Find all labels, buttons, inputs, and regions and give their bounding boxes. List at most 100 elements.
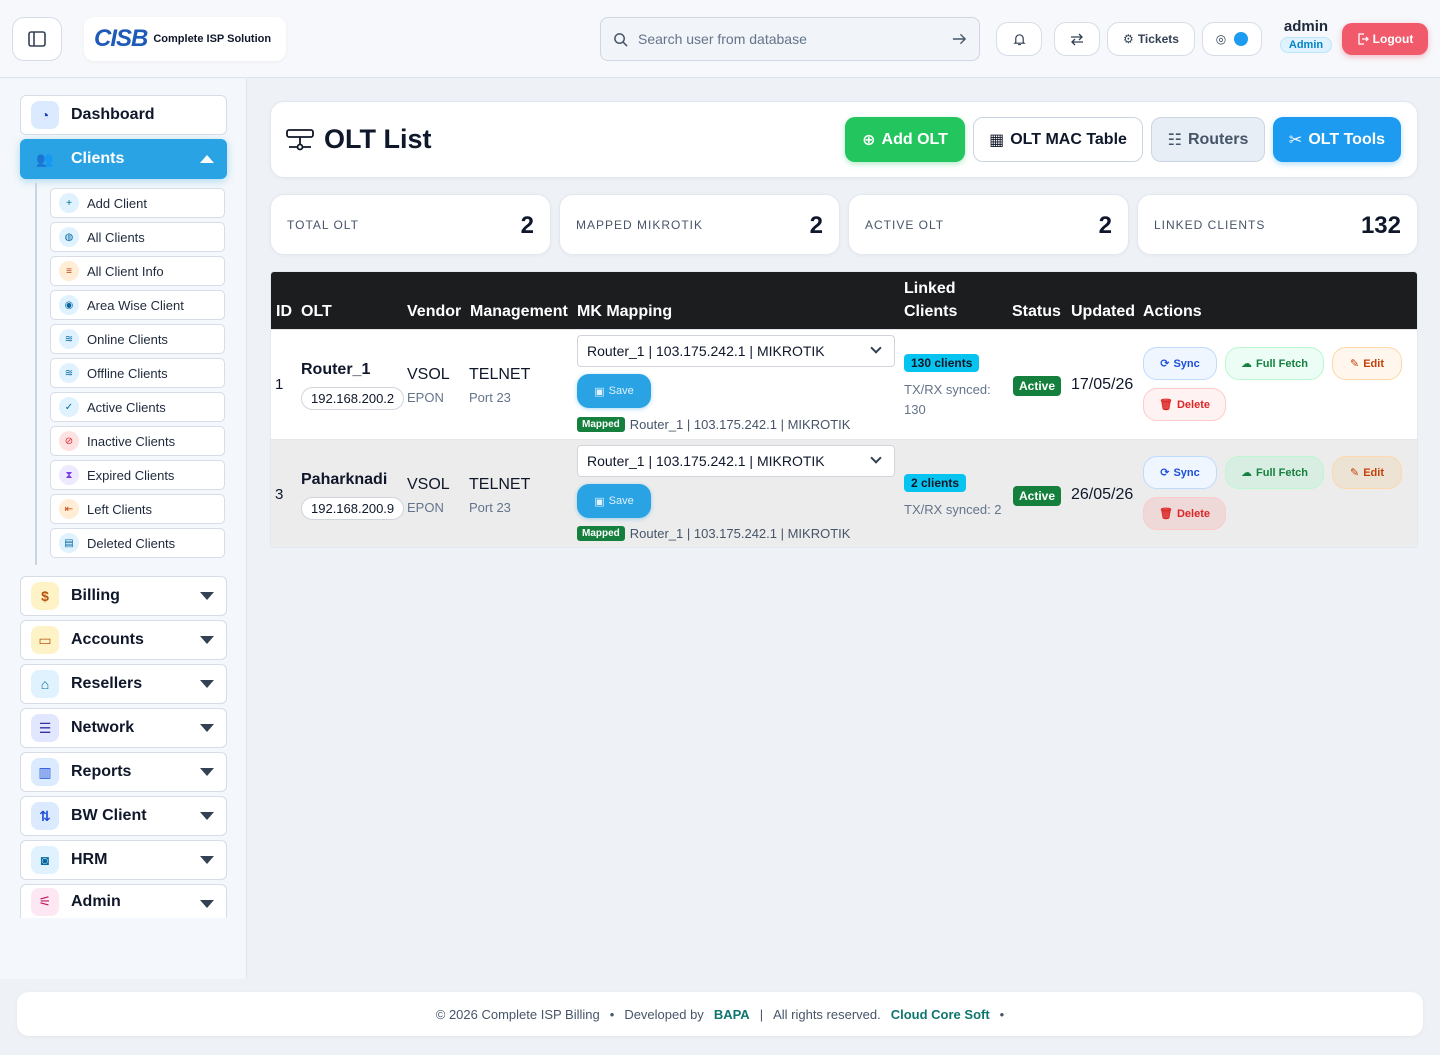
router-icon: ☷ <box>1167 131 1182 149</box>
sync-button[interactable]: ⟳ Sync <box>1143 347 1217 380</box>
server-icon <box>286 128 314 150</box>
wifi-icon: ≋ <box>59 329 79 349</box>
chevron-down-icon <box>200 724 214 732</box>
developer-link[interactable]: BAPA <box>714 1007 750 1022</box>
olt-mac-table-button[interactable]: ▦ OLT MAC Table <box>973 117 1143 162</box>
tickets-label: Tickets <box>1137 32 1179 46</box>
full-fetch-button[interactable]: ☁ Full Fetch <box>1225 347 1324 380</box>
chevron-down-icon <box>200 680 214 688</box>
logout-button[interactable]: Logout <box>1342 23 1428 55</box>
save-icon: ▣ <box>594 385 605 398</box>
sub-item-area-wise-client[interactable]: ◉ Area Wise Client <box>50 290 225 320</box>
sidebar-item-bw-client[interactable]: ⇅ BW Client <box>20 796 227 836</box>
chevron-down-icon <box>200 856 214 864</box>
routers-button[interactable]: ☷ Routers <box>1151 117 1265 162</box>
add-olt-button[interactable]: ⊕ Add OLT <box>845 117 965 162</box>
olt-ip: 192.168.200.2 <box>301 387 405 410</box>
theme-toggle[interactable]: ◎ <box>1202 22 1262 56</box>
sub-item-online-clients[interactable]: ≋ Online Clients <box>50 324 225 354</box>
chevron-down-icon <box>200 900 214 908</box>
sub-item-inactive-clients[interactable]: ⊘ Inactive Clients <box>50 426 225 456</box>
refresh-icon: ⟳ <box>1160 467 1170 479</box>
sub-item-add-client[interactable]: + Add Client <box>50 188 225 218</box>
sub-item-label: All Client Info <box>87 263 164 279</box>
sub-item-left-clients[interactable]: ⇤ Left Clients <box>50 494 225 524</box>
search-input[interactable] <box>638 31 942 47</box>
delete-button[interactable]: 🗑 Delete <box>1143 497 1226 530</box>
sub-item-offline-clients[interactable]: ≋ Offline Clients <box>50 358 225 388</box>
cloud-download-icon: ☁ <box>1241 467 1253 479</box>
sub-item-expired-clients[interactable]: ⧗ Expired Clients <box>50 460 225 490</box>
stat-value: 2 <box>520 212 534 239</box>
sidebar-item-billing[interactable]: $ Billing <box>20 576 227 616</box>
stat-value: 2 <box>809 212 823 239</box>
bell-icon <box>1012 34 1026 46</box>
sync-label: Sync <box>1173 466 1200 479</box>
mk-mapping-select[interactable]: Router_1 | 103.175.242.1 | MIKROTIK <box>577 335 895 367</box>
users-icon: ◍ <box>59 227 79 247</box>
edit-button[interactable]: ✎ Edit <box>1332 347 1402 380</box>
port: Port 23 <box>469 390 511 405</box>
sidebar-item-clients[interactable]: 👥 Clients <box>20 139 227 179</box>
mac-table-label: OLT MAC Table <box>1010 130 1127 148</box>
col-status: Status <box>1012 303 1061 320</box>
rights: All rights reserved. <box>773 1006 881 1022</box>
map-pin-icon: ◉ <box>59 295 79 315</box>
sidebar-item-label: BW Client <box>71 807 147 824</box>
theme-dot <box>1234 32 1249 46</box>
sidebar-toggle-button[interactable] <box>12 17 62 61</box>
linked-clients-badge: 2 clients <box>904 474 967 492</box>
olt-tools-button[interactable]: ✂ OLT Tools <box>1273 117 1401 162</box>
full-fetch-button[interactable]: ☁ Full Fetch <box>1225 456 1324 489</box>
arrow-right-icon[interactable] <box>952 33 967 45</box>
stat-label: LINKED CLIENTS <box>1154 218 1266 232</box>
bandwidth-icon: ⇅ <box>31 802 59 830</box>
sub-item-label: Area Wise Client <box>87 297 184 313</box>
olt-name: Paharknadi <box>301 471 388 488</box>
save-button[interactable]: ▣ Save <box>577 374 651 408</box>
sidebar-item-label: Admin <box>71 892 121 910</box>
port: Port 23 <box>469 500 511 515</box>
sidebar-item-dashboard[interactable]: ◔ Dashboard <box>20 95 227 135</box>
wallet-icon: ▭ <box>31 626 59 654</box>
sub-item-label: All Clients <box>87 229 145 245</box>
sync-button[interactable]: ⟳ Sync <box>1143 456 1217 489</box>
sidebar-item-network[interactable]: ☰ Network <box>20 708 227 748</box>
vendor-type: EPON <box>407 500 444 515</box>
tickets-button[interactable]: ⚙ Tickets <box>1107 22 1195 56</box>
save-button[interactable]: ▣ Save <box>577 484 651 518</box>
sub-item-active-clients[interactable]: ✓ Active Clients <box>50 392 225 422</box>
company-link[interactable]: Cloud Core Soft <box>891 1007 990 1022</box>
edit-label: Edit <box>1363 357 1384 370</box>
stat-card-total-olt: TOTAL OLT 2 <box>270 194 551 255</box>
edit-button[interactable]: ✎ Edit <box>1332 456 1402 489</box>
logo[interactable]: CISB Complete ISP Solution <box>84 17 286 61</box>
sidebar-item-accounts[interactable]: ▭ Accounts <box>20 620 227 660</box>
notifications-button[interactable] <box>996 22 1042 56</box>
sub-item-deleted-clients[interactable]: ▤ Deleted Clients <box>50 528 225 558</box>
sub-item-all-clients[interactable]: ◍ All Clients <box>50 222 225 252</box>
vendor: VSOL <box>407 476 450 493</box>
updated-date: 17/05/26 <box>1071 376 1134 393</box>
sidebar-item-admin[interactable]: ⚟ Admin <box>20 884 227 918</box>
sub-item-all-client-info[interactable]: ≡ All Client Info <box>50 256 225 286</box>
sidebar-item-resellers[interactable]: ⌂ Resellers <box>20 664 227 704</box>
top-bar: CISB Complete ISP Solution ⚙ Tickets ◎ a… <box>0 0 1440 78</box>
stat-card-active-olt: ACTIVE OLT 2 <box>848 194 1129 255</box>
sidebar-item-label: Network <box>71 719 135 736</box>
edit-icon: ✎ <box>1350 358 1360 370</box>
sub-item-label: Add Client <box>87 195 147 211</box>
col-linked-top: Linked <box>904 280 956 297</box>
col-olt: OLT <box>301 303 332 320</box>
switch-button[interactable] <box>1054 22 1100 56</box>
sidebar-item-reports[interactable]: ▥ Reports <box>20 752 227 792</box>
copyright: © 2026 Complete ISP Billing <box>435 1006 600 1022</box>
sidebar-item-hrm[interactable]: ◙ HRM <box>20 840 227 880</box>
chevron-down-icon <box>200 768 214 776</box>
col-management: Management <box>470 303 568 320</box>
user-block[interactable]: admin Admin <box>1276 18 1336 53</box>
sidebar-item-label: Resellers <box>71 675 143 692</box>
plus-circle-icon: ⊕ <box>862 131 876 149</box>
mk-mapping-select[interactable]: Router_1 | 103.175.242.1 | MIKROTIK <box>577 445 895 477</box>
delete-button[interactable]: 🗑 Delete <box>1143 388 1226 421</box>
